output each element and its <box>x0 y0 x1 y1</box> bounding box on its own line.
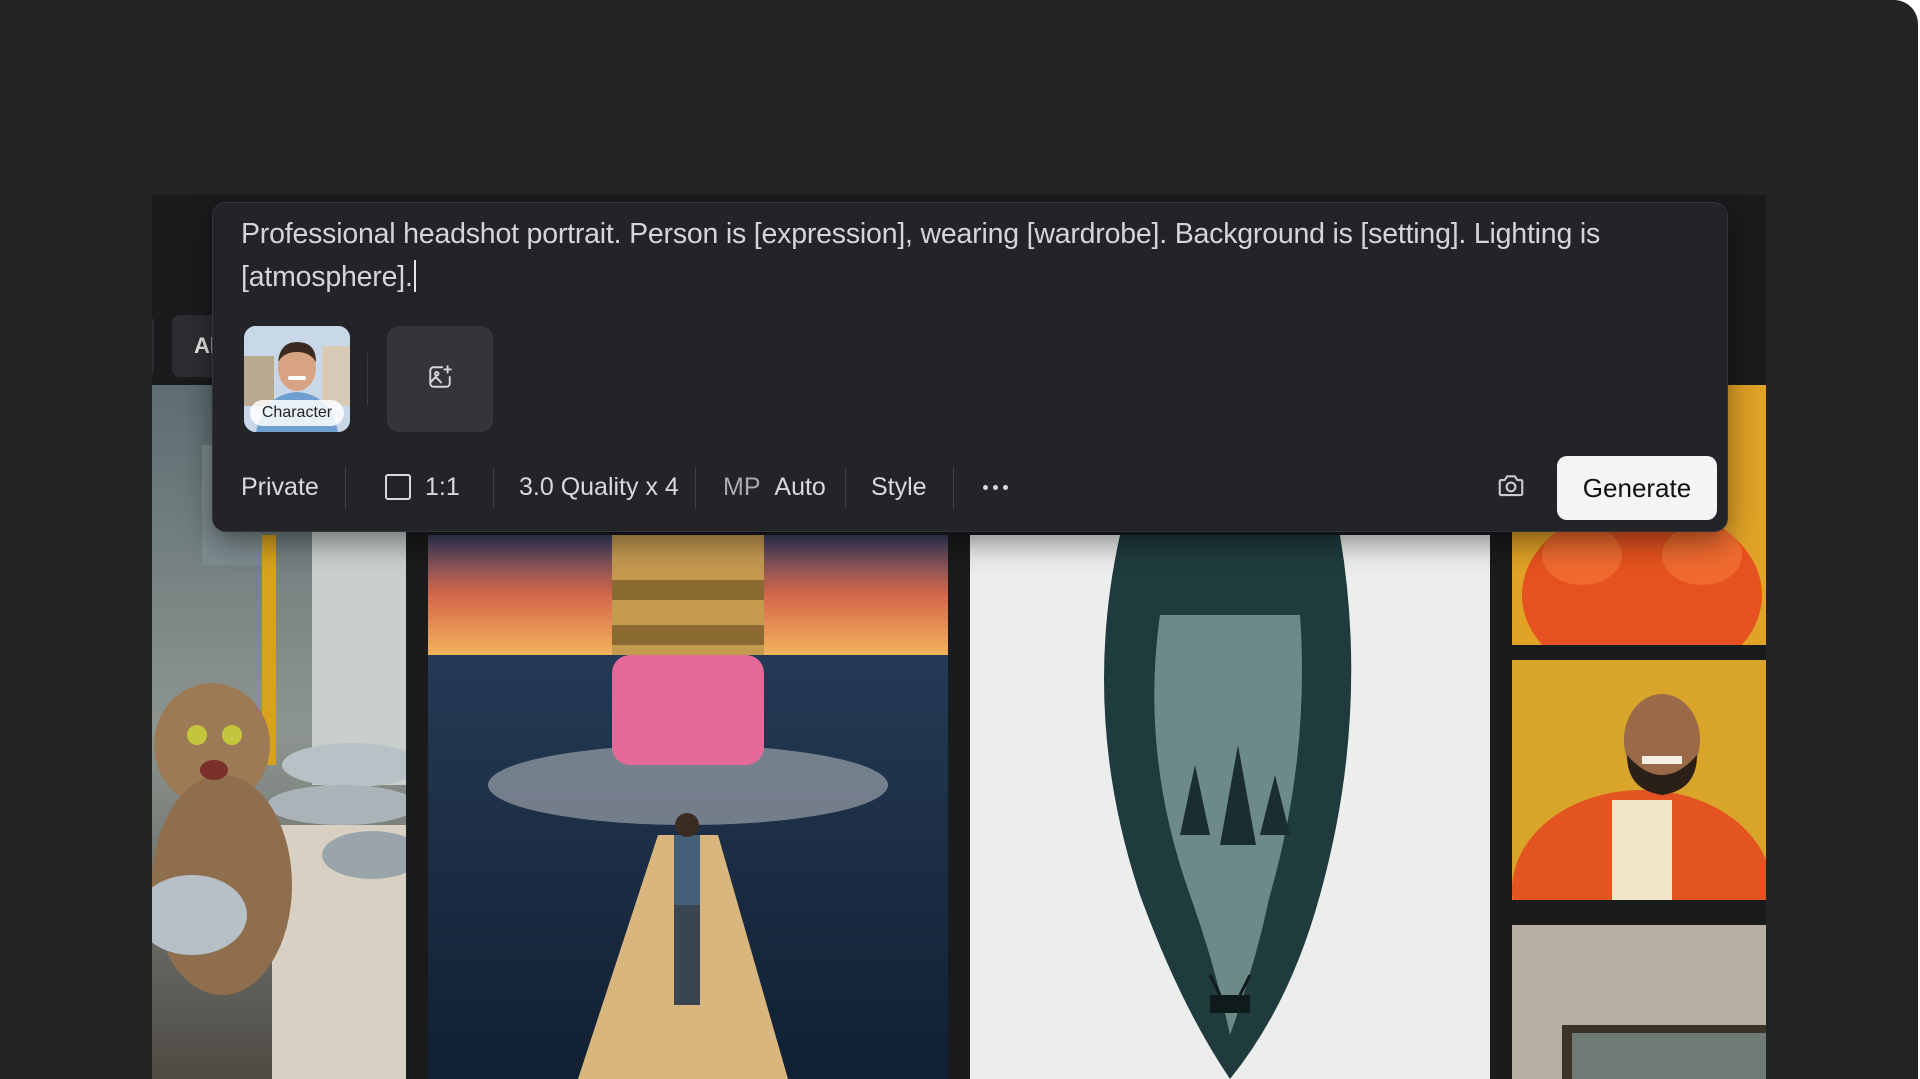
prompt-text: Professional headshot portrait. Person i… <box>241 218 1601 293</box>
square-aspect-icon <box>385 474 411 500</box>
generation-toolbar: Private 1:1 3.0 Quality x 4 MP Auto Styl… <box>213 456 1727 520</box>
mp-value: Auto <box>774 473 826 501</box>
feather-forest-image <box>970 535 1490 1079</box>
text-caret <box>413 260 416 292</box>
image-plus-icon <box>427 364 453 395</box>
toolbar-divider <box>345 467 346 509</box>
toolbar-divider <box>493 467 494 509</box>
aspect-ratio-button[interactable]: 1:1 <box>385 457 460 517</box>
character-reference-thumbnail[interactable]: Character <box>244 326 350 432</box>
prompt-panel: Professional headshot portrait. Person i… <box>212 202 1728 532</box>
app-window: Al Professional headshot portrait. Perso… <box>0 0 1918 1079</box>
style-button[interactable]: Style <box>871 457 927 517</box>
gallery-image-pencil-sea[interactable] <box>428 535 948 1079</box>
quality-button[interactable]: 3.0 Quality x 4 <box>519 457 679 517</box>
smiling-man-image <box>1512 660 1766 900</box>
mp-button[interactable]: MP Auto <box>723 457 826 517</box>
prompt-input[interactable]: Professional headshot portrait. Person i… <box>241 213 1681 299</box>
aspect-ratio-label: 1:1 <box>425 473 460 501</box>
camera-icon <box>1496 470 1526 505</box>
gallery-image-smiling-man[interactable] <box>1512 660 1766 900</box>
character-label: Character <box>250 400 344 426</box>
more-options-button[interactable] <box>975 457 1015 517</box>
filter-chip-previous[interactable] <box>152 315 154 377</box>
visibility-toggle[interactable]: Private <box>241 457 319 517</box>
pencil-sea-image <box>428 535 948 1079</box>
toolbar-divider <box>845 467 846 509</box>
toolbar-divider <box>953 467 954 509</box>
more-horizontal-icon <box>982 484 1008 490</box>
gallery-image-feather-forest[interactable] <box>970 535 1490 1079</box>
mp-label: MP <box>723 473 761 501</box>
gallery-image-framed-painting[interactable] <box>1512 925 1766 1079</box>
camera-button[interactable] <box>1493 469 1529 505</box>
add-image-button[interactable] <box>387 326 493 432</box>
reference-divider <box>367 353 368 405</box>
generate-button[interactable]: Generate <box>1557 456 1717 520</box>
toolbar-divider <box>695 467 696 509</box>
framed-painting-image <box>1512 925 1766 1079</box>
